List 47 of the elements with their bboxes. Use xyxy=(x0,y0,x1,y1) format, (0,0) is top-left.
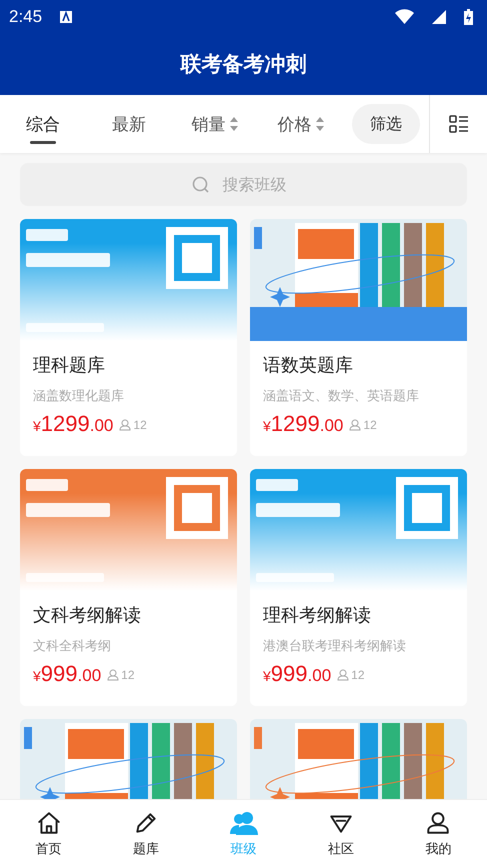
signal-icon xyxy=(432,10,446,24)
sort-tab[interactable]: 销量 xyxy=(172,95,258,153)
course-description: 文科全科考纲 xyxy=(33,638,112,655)
course-card[interactable]: 理科考纲解读 港澳台联考理科考纲解读 ¥999.00 12 xyxy=(250,469,467,706)
user-icon xyxy=(425,810,452,836)
members-icon xyxy=(119,419,132,431)
course-card[interactable]: 语数英题库 涵盖语文、数学、英语题库 ¥1299.00 12 xyxy=(250,219,467,456)
course-description: 涵盖语文、数学、英语题库 xyxy=(263,388,420,405)
course-title: 语数英题库 xyxy=(263,354,354,378)
member-count: 12 xyxy=(121,668,135,682)
sort-tab[interactable]: 价格 xyxy=(258,95,344,153)
course-title: 理科考纲解读 xyxy=(263,604,372,628)
nav-tab[interactable]: 题库 xyxy=(97,800,195,867)
members-icon xyxy=(349,419,362,431)
member-count: 12 xyxy=(133,418,147,432)
notification-icon xyxy=(60,10,72,22)
home-icon xyxy=(36,810,62,836)
wifi-icon xyxy=(395,9,414,24)
course-description: 港澳台联考理科考纲解读 xyxy=(263,638,407,655)
member-count: 12 xyxy=(351,668,365,682)
search-field[interactable]: 搜索班级 xyxy=(20,163,467,206)
course-card[interactable]: 文科考纲解读 文科全科考纲 ¥999.00 12 xyxy=(20,469,237,706)
sort-icon xyxy=(228,116,238,132)
course-title: 理科题库 xyxy=(33,354,106,378)
course-price: ¥999.00 xyxy=(263,661,332,687)
course-card[interactable]: 理科题库 涵盖数理化题库 ¥1299.00 12 xyxy=(20,219,237,456)
nav-tab[interactable]: 我的 xyxy=(390,800,487,867)
course-price: ¥1299.00 xyxy=(33,411,114,437)
search-icon xyxy=(192,176,210,194)
course-price: ¥1299.00 xyxy=(263,411,344,437)
member-count: 12 xyxy=(363,418,377,432)
status-time: 2:45 xyxy=(9,6,42,26)
sort-icon xyxy=(314,116,324,132)
list-view-icon xyxy=(448,114,468,134)
course-title: 文科考纲解读 xyxy=(33,604,142,628)
nav-tab[interactable]: 首页 xyxy=(0,800,98,867)
members-icon xyxy=(107,669,120,681)
course-description: 涵盖数理化题库 xyxy=(33,388,125,405)
battery-icon xyxy=(464,8,473,24)
course-price: ¥999.00 xyxy=(33,661,102,687)
nav-tab[interactable]: 社区 xyxy=(292,800,390,867)
members-icon xyxy=(337,669,350,681)
filter-button[interactable]: 筛选 xyxy=(352,104,420,144)
sort-tab[interactable]: 综合 xyxy=(0,95,86,153)
sort-tab[interactable]: 最新 xyxy=(86,95,172,153)
page-title: 联考备考冲刺 xyxy=(180,51,306,78)
group-icon xyxy=(230,810,258,836)
